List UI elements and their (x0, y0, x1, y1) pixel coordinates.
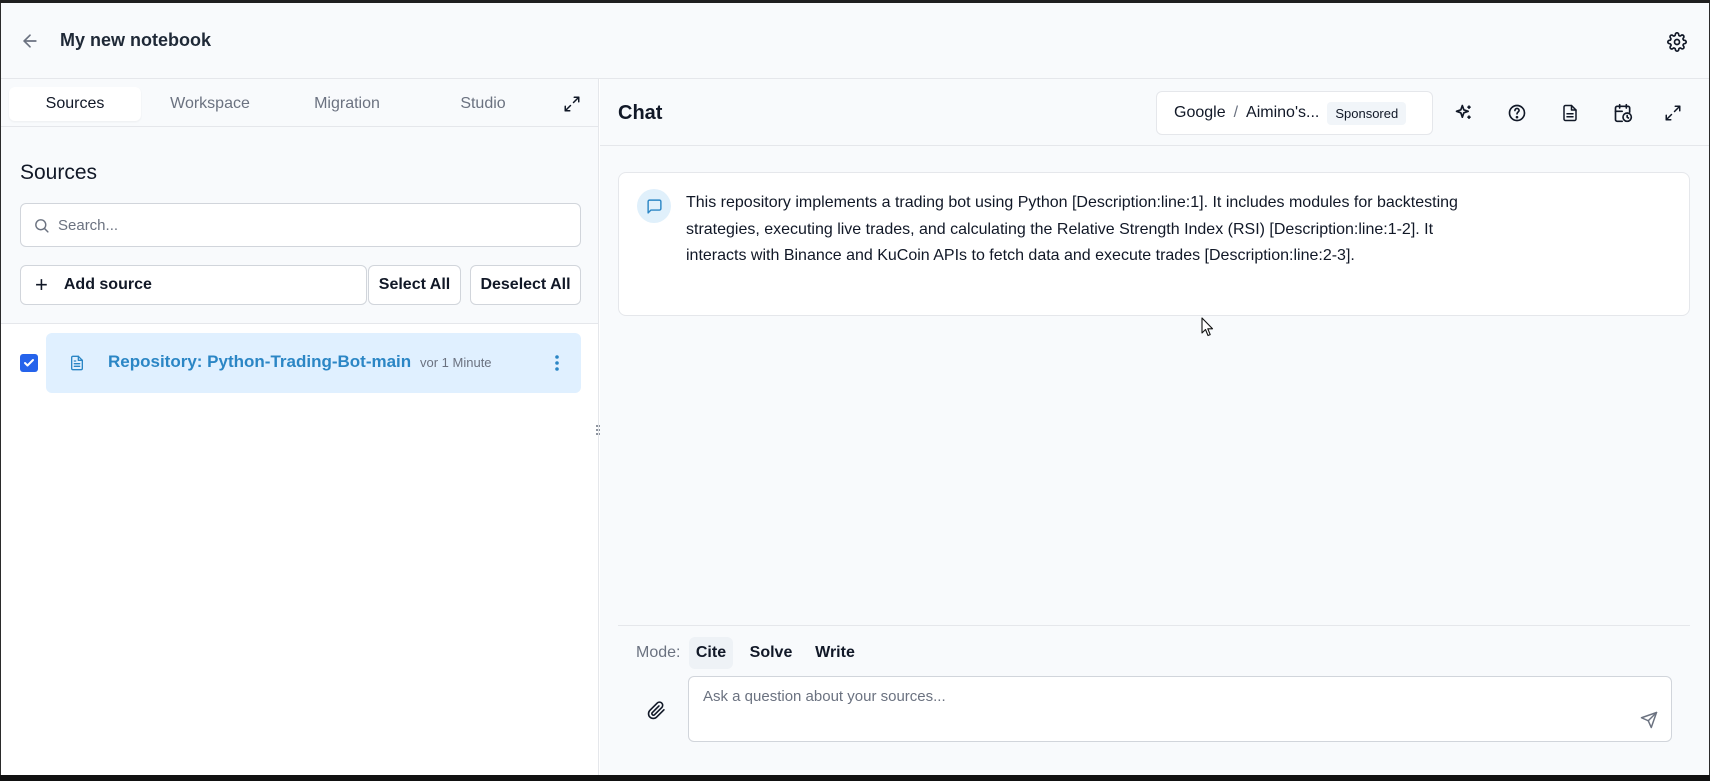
gear-icon (1667, 32, 1687, 52)
chat-bubble-icon (646, 198, 662, 214)
add-source-label: Add source (63, 276, 152, 293)
model-provider: Google (1174, 104, 1226, 121)
source-checkbox[interactable] (20, 354, 38, 372)
app-window: My new notebook Sources Workspace Migrat… (0, 3, 1710, 776)
source-timestamp: vor 1 Minute (420, 355, 492, 370)
sponsored-badge: Sponsored (1327, 101, 1407, 125)
expand-icon (564, 96, 580, 112)
mode-cite-button[interactable]: Cite (689, 637, 733, 669)
window-bottom-edge (0, 775, 1710, 781)
sparkles-icon (1455, 104, 1471, 119)
settings-button[interactable] (1665, 30, 1689, 54)
sources-heading: Sources (20, 161, 98, 184)
sparkles-button[interactable] (1452, 101, 1476, 125)
plus-icon: + (35, 272, 48, 297)
tab-workspace[interactable]: Workspace (147, 87, 273, 121)
search-box (20, 203, 581, 247)
send-button[interactable] (1637, 708, 1661, 732)
model-separator: / (1233, 104, 1239, 121)
search-icon (35, 218, 49, 233)
model-name: Aimino's... (1246, 104, 1320, 121)
sources-panel: Sources Workspace Migration Studio Sourc… (1, 79, 601, 776)
tab-sources[interactable]: Sources (9, 87, 141, 121)
question-input[interactable] (703, 688, 1603, 732)
help-button[interactable] (1505, 101, 1529, 125)
divider (1, 323, 598, 324)
source-item[interactable]: Repository: Python-Trading-Bot-main vor … (46, 333, 581, 393)
fullscreen-button[interactable] (1661, 101, 1685, 125)
kebab-menu-icon (555, 355, 559, 371)
paperclip-icon (647, 700, 665, 719)
checkmark-icon (24, 359, 34, 367)
deselect-all-button[interactable]: Deselect All (470, 265, 581, 305)
add-source-button[interactable]: + Add source (20, 265, 367, 305)
calendar-clock-icon (1614, 103, 1633, 123)
search-input[interactable] (58, 216, 558, 234)
tab-migration[interactable]: Migration (281, 87, 413, 121)
select-all-button[interactable]: Select All (368, 265, 461, 305)
expand-icon (1665, 105, 1681, 121)
attach-button[interactable] (644, 698, 668, 722)
chat-header: Chat Google / Aimino's... Sponsored (600, 79, 1709, 146)
question-box (688, 676, 1672, 742)
message-avatar (637, 189, 671, 223)
mode-label: Mode: (636, 644, 681, 661)
model-selector[interactable]: Google / Aimino's... Sponsored (1156, 91, 1433, 135)
expand-panel-button[interactable] (559, 91, 585, 117)
notes-button[interactable] (1558, 101, 1582, 125)
composer-divider (618, 625, 1690, 626)
chat-title: Chat (618, 102, 663, 124)
arrow-left-icon (23, 34, 37, 48)
document-icon (1563, 104, 1577, 122)
panel-tabs: Sources Workspace Migration Studio (1, 79, 598, 127)
notebook-title: My new notebook (60, 30, 212, 50)
tab-studio[interactable]: Studio (421, 87, 545, 121)
back-button[interactable] (17, 28, 43, 54)
mode-solve-button[interactable]: Solve (748, 637, 794, 669)
chat-message: This repository implements a trading bot… (618, 172, 1690, 316)
top-bar: My new notebook (1, 3, 1709, 79)
send-icon (1640, 711, 1658, 729)
mode-write-button[interactable]: Write (812, 637, 858, 669)
file-icon (66, 352, 88, 374)
source-name: Repository: Python-Trading-Bot-main (108, 352, 412, 371)
help-circle-icon (1508, 104, 1526, 122)
mouse-cursor-icon (1201, 317, 1214, 337)
history-button[interactable] (1611, 101, 1635, 125)
chat-panel: Chat Google / Aimino's... Sponsored This… (600, 79, 1709, 776)
more-options-button[interactable] (546, 350, 568, 376)
message-text: This repository implements a trading bot… (686, 194, 1458, 264)
